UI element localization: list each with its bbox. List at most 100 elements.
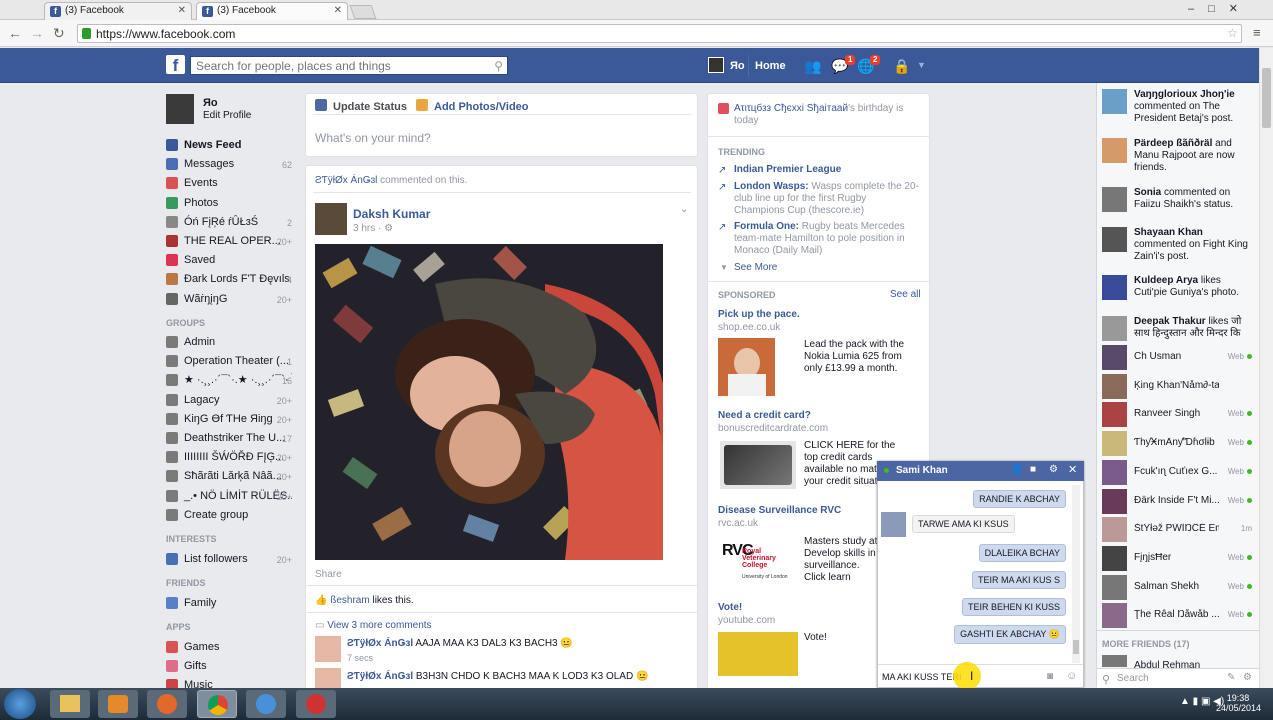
- close-icon[interactable]: ✕: [1068, 463, 1077, 476]
- chat-message-sent[interactable]: TEIR BEHEN KI KUSS: [961, 598, 1066, 616]
- chat-friend[interactable]: Ranveer Singh Web: [1102, 402, 1252, 428]
- sidebar-item[interactable]: Events: [166, 176, 292, 195]
- sidebar-item[interactable]: Deathstriker The U... 17: [166, 431, 292, 450]
- ad-domain[interactable]: rvc.ac.uk: [718, 518, 758, 529]
- birthday-name[interactable]: Ατιτцбзз Cђєxxі Sђaітaaй: [734, 103, 848, 114]
- forward-icon[interactable]: →: [30, 25, 44, 41]
- header-user-name[interactable]: Яо: [730, 60, 745, 72]
- page-scrollbar-thumb[interactable]: [1262, 68, 1271, 128]
- media-player-taskbar-icon[interactable]: [98, 690, 138, 718]
- account-settings-icon[interactable]: ▼: [917, 60, 926, 70]
- url-input[interactable]: https://www.facebook.com: [77, 24, 1242, 43]
- menu-icon[interactable]: ≡: [1253, 25, 1261, 40]
- trending-topic[interactable]: London Wasps: Wasps complete the 20-club…: [734, 181, 919, 217]
- browser-tab[interactable]: f (3) Facebook ✕: [44, 2, 192, 20]
- avatar[interactable]: [1102, 655, 1127, 667]
- sidebar-item[interactable]: News Feed: [166, 138, 292, 157]
- sidebar-item[interactable]: Gifts: [166, 659, 292, 678]
- privacy-shortcuts-icon[interactable]: 🔒: [892, 58, 912, 74]
- chat-friend[interactable]: Ðǟrk Inside F't Mi... Web: [1102, 488, 1252, 514]
- back-icon[interactable]: ←: [8, 25, 22, 41]
- facebook-logo[interactable]: f: [166, 55, 185, 75]
- sidebar-item[interactable]: Photos: [166, 196, 292, 215]
- ad-domain[interactable]: shop.ee.co.uk: [718, 322, 780, 333]
- sidebar-item[interactable]: _.• NÖ LİMİT RÜLËS... 20+: [166, 489, 292, 508]
- chat-message-received[interactable]: TARWE AMA KI KSUS: [912, 515, 1015, 533]
- chrome-taskbar-icon[interactable]: [197, 690, 237, 718]
- recorder-taskbar-icon[interactable]: [296, 690, 336, 718]
- chat-message-sent[interactable]: DLALEIKA BCHAY: [978, 544, 1066, 562]
- sidebar-item[interactable]: Admin: [166, 335, 292, 354]
- edit-profile-link[interactable]: Edit Profile: [203, 110, 251, 121]
- sidebar-item[interactable]: Lagacy 20+: [166, 393, 292, 412]
- sidebar-item[interactable]: THE REAL OPER... 20+: [166, 234, 292, 253]
- sidebar-item[interactable]: Ðark Lords F'T Ðęvıls 4: [166, 272, 292, 291]
- chat-friend[interactable]: ƬhƴӾmȂnƴ'Ɗɦσlɨb Web: [1102, 431, 1252, 457]
- close-tab-icon[interactable]: ✕: [334, 5, 342, 16]
- chat-search-input[interactable]: ⚲ Search ✎ ⚙: [1097, 668, 1259, 688]
- avatar[interactable]: [708, 57, 724, 73]
- share-link[interactable]: Share: [315, 569, 342, 580]
- liker-link[interactable]: ßeshram: [330, 595, 369, 606]
- chat-friend[interactable]: Ch Usman Web: [1102, 345, 1252, 370]
- chat-message-sent[interactable]: GASHTI EK ABCHAY 😐: [954, 625, 1066, 644]
- comment-time[interactable]: 7 secs: [347, 653, 373, 663]
- sidebar-item[interactable]: KiŋG Ɵf ƬΗe Яiŋg 20+: [166, 412, 292, 431]
- start-button[interactable]: [4, 689, 36, 719]
- post-options-chevron-down-icon[interactable]: ⌄: [680, 204, 688, 215]
- sidebar-item[interactable]: Saved: [166, 253, 292, 272]
- chat-friend[interactable]: Salman Shekh Web: [1102, 574, 1252, 600]
- audience-icon[interactable]: ⚙: [384, 223, 393, 234]
- avatar[interactable]: [315, 636, 341, 662]
- chat-message-sent[interactable]: TEIR MA AKI KUS S: [971, 571, 1066, 589]
- comment-author[interactable]: ƧƬÿłØx ÁnǤɜl: [347, 671, 413, 682]
- browser-taskbar-icon[interactable]: [246, 690, 286, 718]
- ad-image[interactable]: [718, 338, 775, 396]
- gear-icon[interactable]: ⚙: [1243, 672, 1252, 683]
- chat-friend[interactable]: Ķing Khan'Nåm∂-ta Sun...: [1102, 373, 1252, 399]
- story-actor-link[interactable]: ƧƬÿłØx ÁnǤɜl: [315, 175, 377, 186]
- avatar[interactable]: [315, 203, 347, 235]
- chat-scrollbar[interactable]: [1072, 485, 1080, 663]
- home-link[interactable]: Home: [755, 60, 786, 72]
- new-tab-button[interactable]: [349, 5, 377, 19]
- browser-tab-active[interactable]: f (3) Facebook ✕: [196, 2, 348, 20]
- search-input[interactable]: Search for people, places and things ⚲: [190, 56, 508, 75]
- trending-topic[interactable]: Formula One: Rugby beats Mercedes team-m…: [734, 221, 919, 257]
- firefox-taskbar-icon[interactable]: [147, 690, 187, 718]
- view-more-comments-link[interactable]: View 3 more comments: [327, 620, 431, 631]
- comment-author[interactable]: ƧƬÿłØx ÁnǤɜl: [347, 638, 413, 649]
- chat-friend[interactable]: ŠtŶłəž PŴĪŊĈĒ Emï 1m: [1102, 517, 1252, 543]
- add-photos-tab[interactable]: Add Photos/Video: [434, 101, 529, 113]
- add-friend-icon[interactable]: 👤: [1011, 464, 1023, 475]
- chat-friend[interactable]: FįŋįsĦer Web: [1102, 545, 1252, 571]
- search-icon[interactable]: ⚲: [494, 59, 503, 73]
- avatar[interactable]: [315, 668, 341, 688]
- ad-title[interactable]: Pick up the pace.: [718, 309, 800, 320]
- sidebar-item[interactable]: Óń FįŖé ŕÛŁɜŚ 2: [166, 215, 292, 234]
- chat-friend[interactable]: Ţhe Rêal Ŋåwåb ... Web: [1102, 603, 1252, 629]
- avatar[interactable]: [881, 512, 906, 537]
- options-icon[interactable]: ✎: [1227, 672, 1235, 683]
- window-controls[interactable]: –□✕: [1188, 2, 1252, 15]
- sidebar-item[interactable]: Family: [166, 596, 292, 615]
- profile-name[interactable]: Яо: [203, 97, 218, 109]
- post-author[interactable]: Daksh Kumar: [353, 207, 430, 221]
- close-tab-icon[interactable]: ✕: [178, 5, 186, 16]
- sidebar-item[interactable]: Messages 62: [166, 157, 292, 176]
- post-photo[interactable]: [315, 244, 663, 560]
- status-input[interactable]: What's on your mind?: [315, 131, 431, 145]
- ad-title[interactable]: Need a credit card?: [718, 410, 811, 421]
- camera-icon[interactable]: ◙: [1047, 671, 1053, 682]
- chat-friend[interactable]: Fcuk'ıɳ Cuťıex G... Web: [1102, 459, 1252, 485]
- chat-header[interactable]: Sami Khan 👤 ■ ⚙ ✕: [877, 461, 1084, 481]
- avatar[interactable]: [166, 94, 194, 124]
- sidebar-item[interactable]: ★ ·.¸¸.·´¯`·.★ ·.¸¸.·´¯`· Ĭ 16: [166, 373, 292, 392]
- sidebar-item[interactable]: WãṙŋįŋG 20+: [166, 292, 292, 311]
- sidebar-item[interactable]: Create group: [166, 508, 292, 527]
- ad-domain[interactable]: bonuscreditcardrate.com: [718, 423, 828, 434]
- explorer-taskbar-icon[interactable]: [50, 690, 90, 718]
- sidebar-item[interactable]: Operation Theater (... 1: [166, 354, 292, 373]
- sidebar-item[interactable]: IIIIIIII ŠẂÖŘĐ FĮĢ... 20+: [166, 450, 292, 469]
- update-status-tab[interactable]: Update Status: [333, 101, 407, 113]
